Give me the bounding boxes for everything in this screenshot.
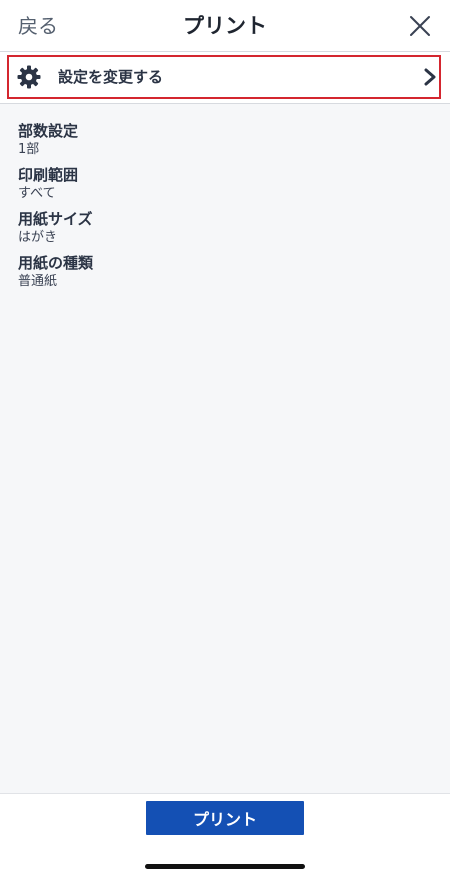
copies-label: 部数設定 [18,122,79,140]
print-settings-summary: 部数設定 1部 印刷範囲 すべて 用紙サイズ はがき 用紙の種類 普通紙 [18,121,438,297]
change-settings-label: 設定を変更する [58,68,164,86]
print-range-label: 印刷範囲 [18,166,79,184]
paper-size-setting: 用紙サイズ はがき [18,209,438,247]
bottom-action-bar: プリント [0,793,450,879]
paper-type-label: 用紙の種類 [18,254,94,272]
paper-size-label: 用紙サイズ [18,210,93,228]
close-icon [410,16,430,36]
change-settings-row[interactable]: 設定を変更する [0,52,450,104]
paper-type-setting: 用紙の種類 普通紙 [18,253,438,291]
print-range-setting: 印刷範囲 すべて [18,165,438,203]
copies-setting: 部数設定 1部 [18,121,438,159]
paper-type-value: 普通紙 [18,274,58,289]
copies-value: 1部 [18,142,40,157]
close-button[interactable] [408,14,432,38]
print-button[interactable]: プリント [146,801,304,835]
print-range-value: すべて [18,186,56,201]
top-navigation-bar: 戻る プリント [0,0,450,52]
chevron-right-icon [424,68,436,86]
home-indicator [145,864,305,869]
paper-size-value: はがき [18,230,58,245]
page-title: プリント [183,14,267,38]
gear-icon [17,65,41,89]
